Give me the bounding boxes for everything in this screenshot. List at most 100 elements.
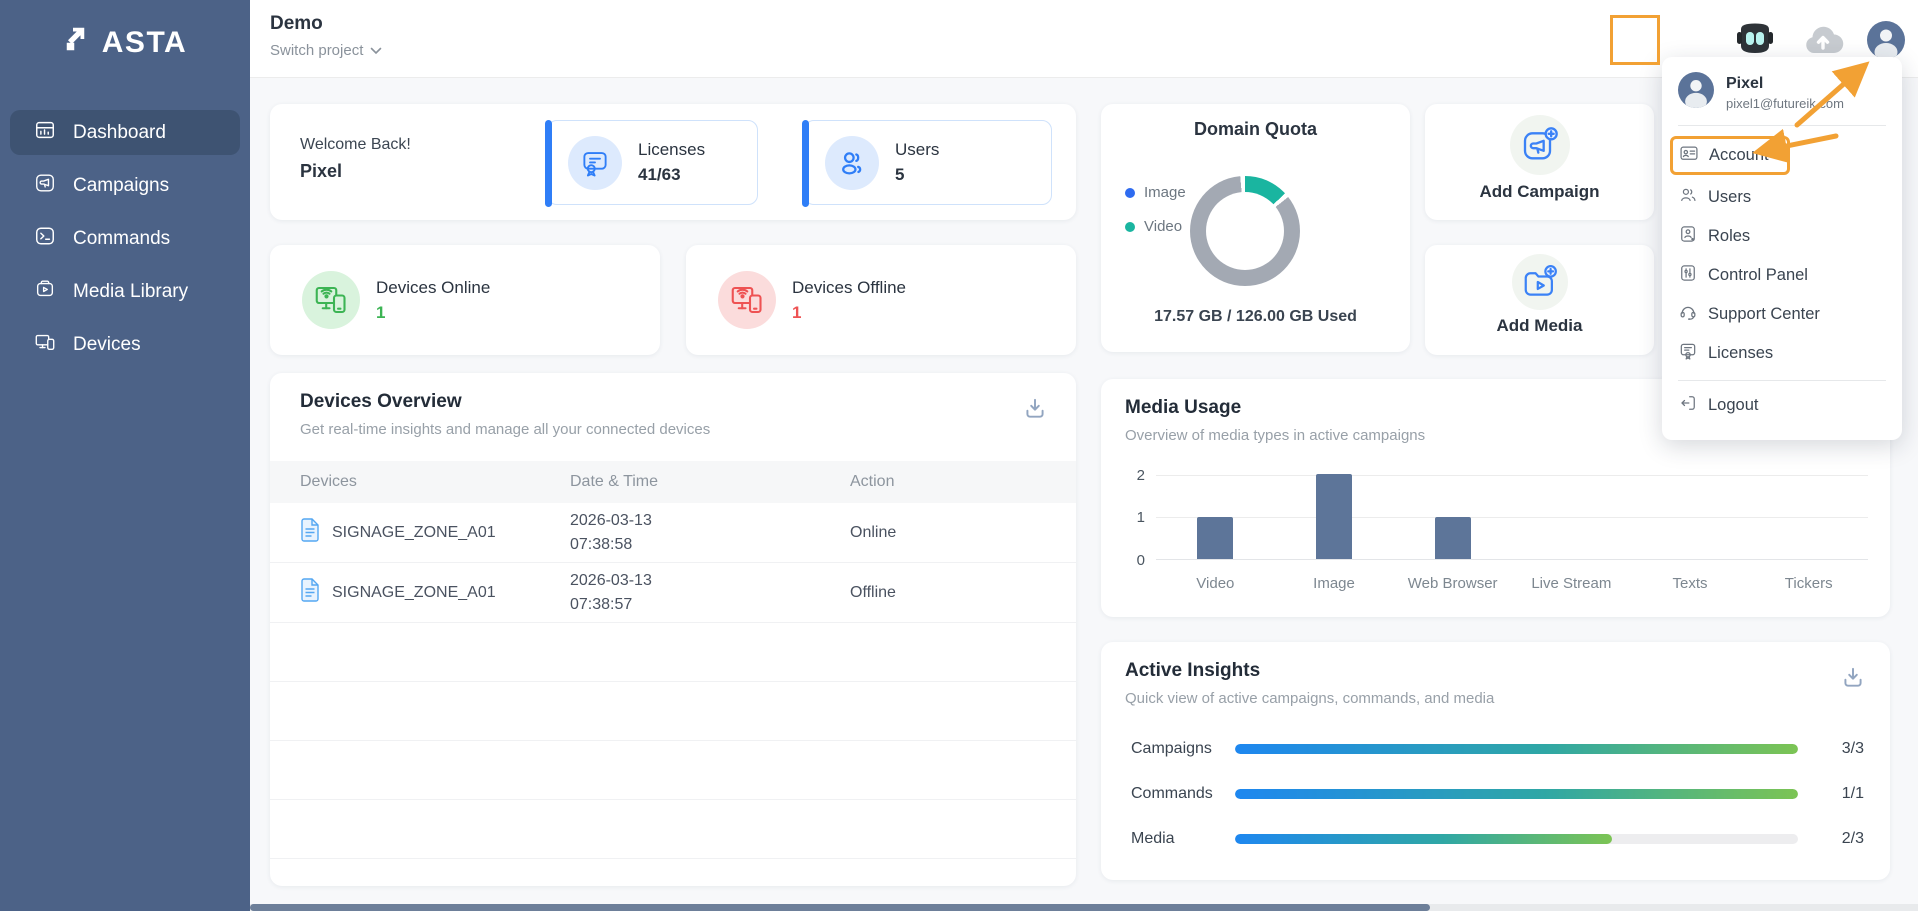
- horizontal-scrollbar-track[interactable]: [250, 904, 1918, 911]
- menu-item-label: Account: [1709, 146, 1769, 165]
- add-campaign-label: Add Campaign: [1425, 182, 1654, 202]
- sidebar-item-media-library[interactable]: Media Library: [10, 269, 240, 314]
- switch-project-button[interactable]: Switch project: [270, 42, 382, 59]
- row-date: 2026-03-13: [570, 569, 850, 593]
- bar-chart-categories: Video Image Web Browser Live Stream Text…: [1156, 575, 1868, 592]
- add-media-label: Add Media: [1425, 316, 1654, 336]
- category-label: Texts: [1631, 575, 1750, 592]
- assistant-bot-icon[interactable]: [1735, 22, 1775, 61]
- welcome-username: Pixel: [300, 161, 342, 182]
- add-campaign-button[interactable]: Add Campaign: [1425, 104, 1654, 220]
- legend-item-video: Video: [1125, 218, 1186, 235]
- menu-item-control-panel[interactable]: Control Panel: [1678, 263, 1886, 288]
- table-row-empty: [270, 682, 1076, 741]
- table-row[interactable]: SIGNAGE_ZONE_A01 2026-03-13 07:38:57 Off…: [270, 563, 1076, 623]
- progress-fill: [1235, 834, 1612, 844]
- dropdown-user-row: Pixel pixel1@futureik.com: [1678, 72, 1886, 113]
- insight-value: 2/3: [1822, 830, 1864, 848]
- legend-item-image: Image: [1125, 184, 1186, 201]
- users-icon: [1678, 185, 1698, 210]
- sidebar-item-devices[interactable]: Devices: [10, 322, 240, 367]
- dashboard-icon: [34, 119, 56, 147]
- donut-hole: [1206, 192, 1284, 270]
- terminal-icon: [34, 225, 56, 253]
- stat-value: 1: [792, 303, 906, 323]
- bar-image[interactable]: [1316, 474, 1352, 559]
- users-icon: [825, 136, 879, 190]
- menu-item-label: Users: [1708, 188, 1751, 207]
- category-label: Image: [1275, 575, 1394, 592]
- sidebar-item-label: Dashboard: [73, 122, 166, 144]
- avatar: [1678, 72, 1714, 113]
- sidebar-item-commands[interactable]: Commands: [10, 216, 240, 261]
- row-action: Offline: [850, 584, 1046, 602]
- devices-offline-icon: [718, 271, 776, 329]
- sidebar-item-label: Devices: [73, 334, 141, 356]
- legend-dot-image: [1125, 188, 1135, 198]
- progress-fill: [1235, 789, 1798, 799]
- progress-track: [1235, 789, 1798, 799]
- menu-item-label: Logout: [1708, 396, 1758, 415]
- stat-label: Devices Online: [376, 278, 490, 298]
- sidebar-nav: Dashboard Campaigns Commands Media Libra…: [0, 110, 250, 367]
- devices-table: Devices Date & Time Action SIGNAGE_ZONE_…: [270, 461, 1076, 911]
- add-media-icon: [1512, 254, 1568, 310]
- role-badge-icon: [1678, 224, 1698, 249]
- menu-item-label: Licenses: [1708, 344, 1773, 363]
- file-icon: [300, 578, 320, 607]
- download-icon[interactable]: [1840, 664, 1866, 695]
- category-label: Video: [1156, 575, 1275, 592]
- stat-label: Devices Offline: [792, 278, 906, 298]
- menu-item-roles[interactable]: Roles: [1678, 224, 1886, 249]
- bar-video[interactable]: [1197, 517, 1233, 560]
- stat-value: 1: [376, 303, 490, 323]
- insight-row-campaigns: Campaigns 3/3: [1131, 740, 1864, 758]
- sidebar-item-campaigns[interactable]: Campaigns: [10, 163, 240, 208]
- devices-overview-subtitle: Get real-time insights and manage all yo…: [300, 421, 710, 438]
- sidebar-item-label: Commands: [73, 228, 170, 250]
- progress-fill: [1235, 744, 1798, 754]
- y-tick-label: 0: [1115, 552, 1145, 569]
- bar-web-browser[interactable]: [1435, 517, 1471, 560]
- devices-overview-card: Devices Overview Get real-time insights …: [270, 373, 1076, 886]
- row-time: 07:38:57: [570, 593, 850, 617]
- sidebar-item-dashboard[interactable]: Dashboard: [10, 110, 240, 155]
- quota-usage-text: 17.57 GB / 126.00 GB Used: [1101, 308, 1410, 326]
- active-insights-card: Active Insights Quick view of active cam…: [1101, 642, 1890, 880]
- media-usage-title: Media Usage: [1125, 397, 1241, 419]
- table-row[interactable]: SIGNAGE_ZONE_A01 2026-03-13 07:38:58 Onl…: [270, 503, 1076, 563]
- welcome-card: Welcome Back! Pixel Licenses 41/63 Users…: [270, 104, 1076, 220]
- insights-rows: Campaigns 3/3 Commands 1/1 Media 2/3: [1131, 740, 1864, 875]
- account-dropdown-menu: Pixel pixel1@futureik.com Account Users …: [1662, 57, 1902, 440]
- download-icon[interactable]: [1022, 395, 1048, 426]
- media-library-icon: [34, 278, 56, 306]
- menu-item-users[interactable]: Users: [1678, 185, 1886, 210]
- insight-label: Media: [1131, 830, 1235, 848]
- licenses-stat-card[interactable]: Licenses 41/63: [547, 120, 758, 205]
- menu-item-logout[interactable]: Logout: [1678, 393, 1886, 418]
- category-label: Web Browser: [1393, 575, 1512, 592]
- devices-online-icon: [302, 271, 360, 329]
- column-header: Date & Time: [570, 473, 850, 491]
- domain-quota-title: Domain Quota: [1101, 119, 1410, 140]
- active-insights-title: Active Insights: [1125, 660, 1260, 682]
- menu-item-support-center[interactable]: Support Center: [1678, 302, 1886, 327]
- app-logo: ASTA: [0, 0, 250, 62]
- category-label: Live Stream: [1512, 575, 1631, 592]
- stat-label: Users: [895, 140, 939, 160]
- menu-item-licenses[interactable]: Licenses: [1678, 341, 1886, 366]
- account-name: Pixel: [1726, 75, 1844, 93]
- sidebar-item-label: Campaigns: [73, 175, 169, 197]
- domain-quota-donut: [1190, 176, 1300, 286]
- stat-value: 5: [895, 165, 939, 185]
- horizontal-scrollbar-thumb[interactable]: [250, 904, 1430, 911]
- menu-item-account[interactable]: Account: [1670, 136, 1790, 175]
- devices-overview-title: Devices Overview: [300, 391, 462, 413]
- add-media-button[interactable]: Add Media: [1425, 245, 1654, 355]
- headset-icon: [1678, 302, 1698, 327]
- users-stat-card[interactable]: Users 5: [804, 120, 1052, 205]
- devices-online-card: Devices Online 1: [270, 245, 660, 355]
- insight-row-media: Media 2/3: [1131, 830, 1864, 848]
- file-icon: [300, 518, 320, 547]
- sidebar: ASTA Dashboard Campaigns Commands Media …: [0, 0, 250, 911]
